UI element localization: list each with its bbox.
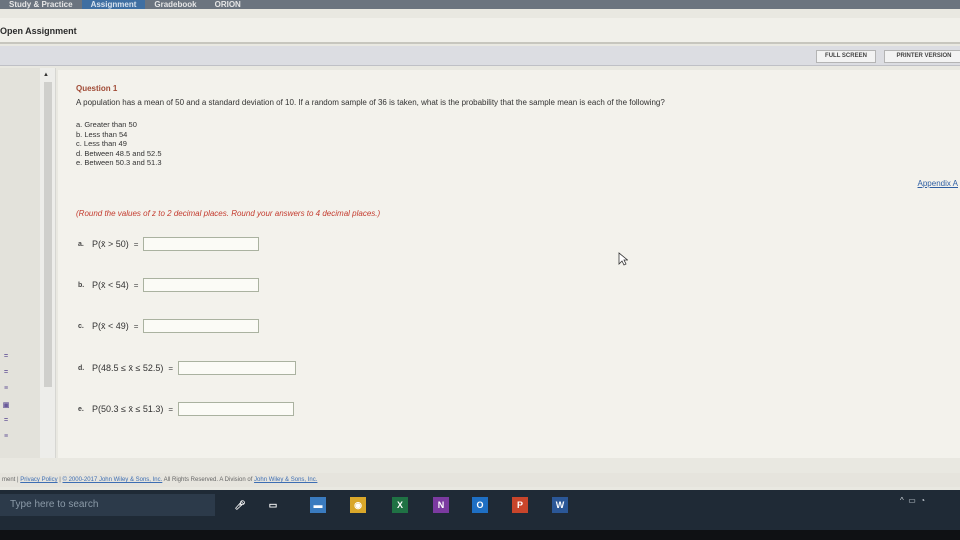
powerpoint-icon[interactable]: P xyxy=(512,497,528,513)
answer-input-a[interactable] xyxy=(143,237,260,251)
left-panel: = = ≡ ▣ = ≡ xyxy=(0,68,40,458)
tray-chevron-icon[interactable]: ^ xyxy=(900,496,904,505)
answer-input-d[interactable] xyxy=(178,361,297,375)
page-footer: ment | Privacy Policy | © 2000-2017 John… xyxy=(0,473,960,487)
answer-row-a: a. P(x̄ > 50) = xyxy=(78,236,260,252)
question-panel: Question 1 A population has a mean of 50… xyxy=(58,70,960,458)
probability-expression: P(x̄ < 49) xyxy=(92,321,129,331)
task-view-icon[interactable]: ▭ xyxy=(265,497,281,513)
taskbar-search-box[interactable]: Type here to search xyxy=(0,494,215,516)
tab-assignment[interactable]: Assignment xyxy=(81,0,146,9)
outlook-icon[interactable]: O xyxy=(472,497,488,513)
question-part: b. Less than 54 xyxy=(76,129,128,139)
system-tray[interactable]: ^ ▭ ◔ xyxy=(900,496,925,505)
full-screen-button[interactable]: FULL SCREEN xyxy=(816,50,876,63)
microphone-icon[interactable]: 🎤︎ xyxy=(232,497,248,513)
probability-expression: P(x̄ < 54) xyxy=(92,280,129,290)
answer-row-e: e. P(50.3 ≤ x̄ ≤ 51.3) = xyxy=(78,401,295,417)
onenote-icon[interactable]: N xyxy=(433,497,449,513)
equals-sign: = xyxy=(133,321,139,331)
scroll-up-arrow-icon[interactable]: ▲ xyxy=(43,72,49,78)
answer-row-d: d. P(48.5 ≤ x̄ ≤ 52.5) = xyxy=(78,360,297,376)
copyright-link[interactable]: © 2000-2017 John Wiley & Sons, Inc. xyxy=(63,477,163,483)
company-link[interactable]: John Wiley & Sons, Inc. xyxy=(254,477,317,483)
tab-study-practice[interactable]: Study & Practice xyxy=(0,0,82,9)
equals-sign: = xyxy=(133,239,139,249)
marker: ≡ xyxy=(3,433,9,440)
mouse-pointer-icon xyxy=(618,252,628,266)
question-parts: a. Greater than 50 b. Less than 54 c. Le… xyxy=(76,120,162,168)
footer-rights: All Rights Reserved. A Division of xyxy=(163,477,253,483)
question-text: A population has a mean of 50 and a stan… xyxy=(76,98,665,107)
tab-gradebook[interactable]: Gradebook xyxy=(145,0,205,9)
toolbar: FULL SCREEN PRINTER VERSION xyxy=(0,46,960,66)
question-title: Question 1 xyxy=(76,84,118,93)
answer-row-b: b. P(x̄ < 54) = xyxy=(78,277,260,293)
answer-label: d. xyxy=(78,364,85,372)
printer-version-button[interactable]: PRINTER VERSION xyxy=(884,50,960,63)
equals-sign: = xyxy=(133,280,139,290)
appendix-link[interactable]: Appendix A xyxy=(918,179,958,188)
question-part: e. Between 50.3 and 51.3 xyxy=(76,158,162,168)
browser-screen: Study & Practice Assignment Gradebook OR… xyxy=(0,0,960,540)
probability-expression: P(48.5 ≤ x̄ ≤ 52.5) xyxy=(92,363,164,373)
marker: ▣ xyxy=(2,402,10,409)
chrome-icon[interactable]: ◉ xyxy=(350,497,366,513)
answer-input-b[interactable] xyxy=(143,278,260,292)
answer-input-e[interactable] xyxy=(178,402,295,416)
equals-sign: = xyxy=(168,363,174,373)
scrollbar-thumb[interactable] xyxy=(44,82,52,387)
top-navigation: Study & Practice Assignment Gradebook OR… xyxy=(0,0,960,9)
question-part: c. Less than 49 xyxy=(76,139,127,149)
answer-label: b. xyxy=(78,281,85,289)
word-icon[interactable]: W xyxy=(552,497,568,513)
answer-label: e. xyxy=(78,405,84,413)
marker: ≡ xyxy=(3,385,9,392)
marker: = xyxy=(3,417,9,424)
footer-lead: ment xyxy=(2,477,16,483)
rounding-instructions: (Round the values of z to 2 decimal plac… xyxy=(76,209,381,218)
page-header: Open Assignment xyxy=(0,18,960,44)
probability-expression: P(x̄ > 50) xyxy=(92,239,129,249)
equals-sign: = xyxy=(168,404,174,414)
question-part: d. Between 48.5 and 52.5 xyxy=(76,148,162,158)
answer-label: a. xyxy=(78,240,84,248)
answer-input-c[interactable] xyxy=(143,319,260,333)
privacy-policy-link[interactable]: Privacy Policy xyxy=(20,477,57,483)
tab-orion[interactable]: ORION xyxy=(206,0,250,9)
question-part: a. Greater than 50 xyxy=(76,120,137,129)
file-explorer-icon[interactable]: ▬ xyxy=(310,497,326,513)
left-panel-markers: = = ≡ ▣ = ≡ xyxy=(0,353,12,513)
marker: = xyxy=(3,369,9,376)
network-icon: ▭ xyxy=(906,496,919,505)
vertical-scrollbar[interactable]: ▲ xyxy=(40,68,56,458)
answer-label: c. xyxy=(78,322,84,330)
marker: = xyxy=(3,353,9,360)
monitor-bezel xyxy=(0,530,960,540)
windows-taskbar: Type here to search 🎤︎ ▭ ▬ ◉ X N O P W ^ ▭ ◔ xyxy=(0,490,960,530)
wifi-icon: ◔ xyxy=(920,496,926,505)
excel-icon[interactable]: X xyxy=(392,497,408,513)
probability-expression: P(50.3 ≤ x̄ ≤ 51.3) xyxy=(92,404,164,414)
page-title: Open Assignment xyxy=(0,26,77,36)
answer-row-c: c. P(x̄ < 49) = xyxy=(78,318,260,334)
